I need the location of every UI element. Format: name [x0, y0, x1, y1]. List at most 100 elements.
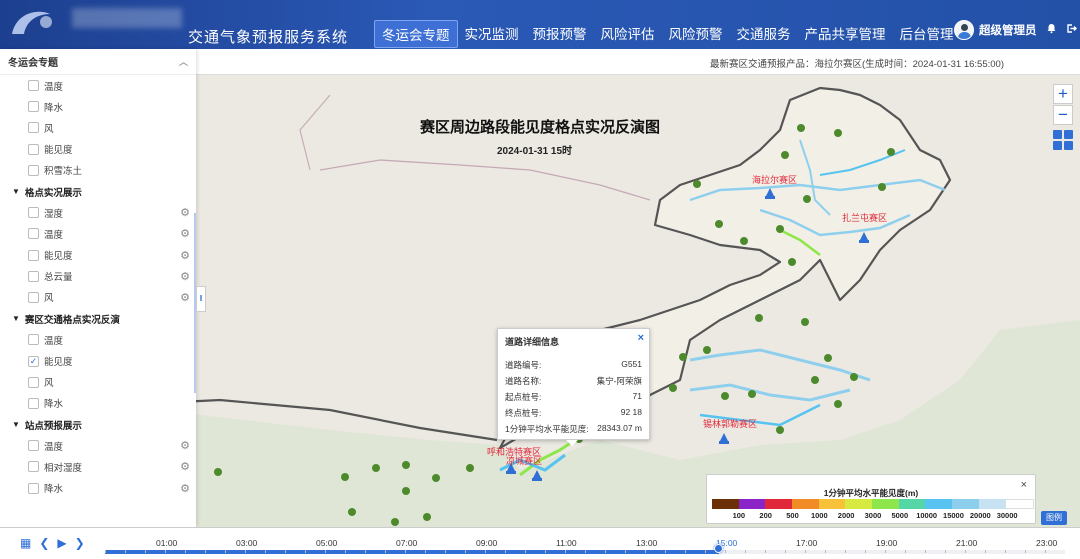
timeline-label[interactable]: 21:00	[956, 538, 977, 548]
timeline-label[interactable]: 11:00	[556, 538, 577, 548]
layers-icon[interactable]	[1053, 130, 1073, 150]
sidebar-item[interactable]: 风	[0, 117, 196, 138]
layer-checkbox[interactable]	[28, 270, 39, 282]
layer-checkbox[interactable]	[28, 207, 39, 219]
layer-checkbox[interactable]	[28, 101, 39, 113]
avatar[interactable]	[954, 20, 974, 40]
layer-checkbox[interactable]	[28, 164, 39, 176]
sidebar-item[interactable]: 温度	[0, 75, 196, 96]
sidebar-item[interactable]: 相对湿度 ⚙	[0, 456, 196, 477]
nav-item-live-monitoring[interactable]: 实况监测	[458, 20, 526, 48]
close-icon[interactable]: ×	[1021, 479, 1027, 491]
caret-down-icon[interactable]: ▼	[12, 314, 20, 323]
layer-checkbox[interactable]	[28, 80, 39, 92]
caret-down-icon[interactable]: ▼	[12, 187, 20, 196]
timeline-tick	[365, 550, 366, 553]
user-menu[interactable]: 超级管理员	[954, 20, 1077, 40]
sidebar-item[interactable]: 能见度	[0, 139, 196, 160]
sidebar-item[interactable]: 降水	[0, 393, 196, 414]
sidebar-item[interactable]: 风 ⚙	[0, 287, 196, 308]
layer-checkbox[interactable]	[28, 291, 39, 303]
timeline-label[interactable]: 05:00	[316, 538, 337, 548]
gear-icon[interactable]: ⚙	[180, 227, 190, 240]
gear-icon[interactable]: ⚙	[180, 270, 190, 283]
timeline-label[interactable]: 17:00	[796, 538, 817, 548]
sidebar-item[interactable]: 降水 ⚙	[0, 478, 196, 499]
prev-icon[interactable]: ❮	[39, 536, 49, 550]
timeline-label[interactable]: 01:00	[156, 538, 177, 548]
gear-icon[interactable]: ⚙	[180, 460, 190, 473]
calendar-icon[interactable]: ▦	[20, 536, 31, 550]
nav-item-forecast-warning[interactable]: 预报预警	[526, 20, 594, 48]
legend-labels: 100 200 500 1000 2000 3000 5000 10000 15000 20000…	[712, 511, 1034, 520]
zoom-out-button[interactable]: −	[1053, 105, 1073, 125]
popup-row: 终点桩号: 92 18	[505, 407, 642, 419]
app-logo	[6, 4, 66, 44]
layer-checkbox[interactable]	[28, 143, 39, 155]
gear-icon[interactable]: ⚙	[180, 439, 190, 452]
layer-checkbox[interactable]	[28, 461, 39, 473]
popup-row-label: 1分钟平均水平能见度:	[505, 424, 589, 434]
layer-checkbox[interactable]	[28, 122, 39, 134]
bell-icon[interactable]	[1046, 23, 1057, 37]
sidebar-item[interactable]: 湿度 ⚙	[0, 202, 196, 223]
timeline-label[interactable]: 07:00	[396, 538, 417, 548]
layer-checkbox[interactable]	[28, 376, 39, 388]
sidebar-item[interactable]: 温度 ⚙	[0, 223, 196, 244]
timeline-tick	[125, 550, 126, 553]
sidebar-collapse-handle[interactable]: ‖	[196, 286, 206, 312]
user-name[interactable]: 超级管理员	[979, 22, 1037, 38]
layer-checkbox[interactable]	[28, 397, 39, 409]
close-icon[interactable]: ×	[638, 332, 644, 344]
nav-item-product-sharing[interactable]: 产品共享管理	[798, 20, 893, 48]
next-icon[interactable]: ❯	[75, 536, 85, 550]
layer-checkbox[interactable]	[28, 249, 39, 261]
gear-icon[interactable]: ⚙	[180, 291, 190, 304]
sidebar-item[interactable]: ✓ 能见度	[0, 350, 196, 371]
timeline-tick	[665, 550, 666, 553]
timeline-tick	[745, 550, 746, 553]
zoom-in-button[interactable]: +	[1053, 84, 1073, 104]
layer-checkbox[interactable]	[28, 440, 39, 452]
nav-item-admin[interactable]: 后台管理	[893, 20, 961, 48]
logout-icon[interactable]	[1066, 23, 1077, 37]
sidebar-item[interactable]: 降水	[0, 96, 196, 117]
timeline-label[interactable]: 13:00	[636, 538, 657, 548]
gear-icon[interactable]: ⚙	[180, 206, 190, 219]
nav-item-risk-warning[interactable]: 风险预警	[662, 20, 730, 48]
latest-product-info[interactable]: 最新赛区交通预报产品：海拉尔赛区(生成时间：2024-01-31 16:55:0…	[710, 56, 1004, 70]
caret-down-icon[interactable]: ▼	[12, 420, 20, 429]
popup-row: 道路名称: 集宁-阿荣旗	[505, 375, 642, 387]
layer-checkbox[interactable]	[28, 482, 39, 494]
chevron-up-icon[interactable]: ︿	[179, 55, 188, 68]
gear-icon[interactable]: ⚙	[180, 249, 190, 262]
map-title-text: 赛区周边路段能见度格点实况反演图	[419, 119, 660, 136]
sidebar-group[interactable]: ▼ 赛区交通格点实况反演	[0, 308, 196, 329]
legend-label: 1000	[810, 511, 828, 520]
nav-item-traffic-service[interactable]: 交通服务	[730, 20, 798, 48]
timeline-label[interactable]: 23:00	[1036, 538, 1057, 548]
sidebar-item[interactable]: 能见度 ⚙	[0, 245, 196, 266]
timeline-label[interactable]: 09:00	[476, 538, 497, 548]
layer-checkbox[interactable]	[28, 334, 39, 346]
timeline-label[interactable]: 19:00	[876, 538, 897, 548]
sidebar-item[interactable]: 风	[0, 372, 196, 393]
sidebar-item[interactable]: 总云量 ⚙	[0, 266, 196, 287]
nav-item-risk-assessment[interactable]: 风险评估	[594, 20, 662, 48]
layer-checkbox[interactable]	[28, 228, 39, 240]
sidebar-item[interactable]: 积雪冻土	[0, 160, 196, 181]
timeline-label[interactable]: 03:00	[236, 538, 257, 548]
layer-checkbox[interactable]: ✓	[28, 355, 39, 367]
play-icon[interactable]: ▶	[57, 536, 66, 550]
legend-label: 2000	[837, 511, 855, 520]
sidebar-item[interactable]: 温度 ⚙	[0, 435, 196, 456]
sidebar-item[interactable]: 温度	[0, 329, 196, 350]
timeline-track[interactable]	[105, 550, 1065, 554]
legend-toggle-button[interactable]: 图例	[1041, 511, 1067, 525]
popup-row-value: 92 18	[620, 407, 642, 417]
gear-icon[interactable]: ⚙	[180, 482, 190, 495]
sidebar-header[interactable]: 冬运会专题 ︿	[0, 49, 196, 75]
sidebar-group[interactable]: ▼ 站点预报展示	[0, 414, 196, 435]
sidebar-group[interactable]: ▼ 格点实况展示	[0, 181, 196, 202]
nav-item-winter-games[interactable]: 冬运会专题	[374, 20, 458, 48]
